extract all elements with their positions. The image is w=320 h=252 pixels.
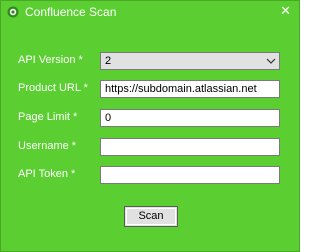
product-url-label: Product URL * [18,82,88,94]
api-version-label: API Version * [18,54,83,66]
confluence-scan-window: Confluence Scan ✕ API Version * 2 Produc… [0,0,300,252]
api-token-input[interactable] [100,166,280,184]
api-version-value: 2 [105,55,112,67]
title-bar: Confluence Scan ✕ [1,1,299,23]
page-limit-input[interactable] [100,109,280,127]
username-input[interactable] [100,138,280,156]
api-version-select[interactable]: 2 [100,52,280,70]
api-token-label: API Token * [18,168,76,180]
page-limit-label: Page Limit * [18,111,78,123]
close-icon[interactable]: ✕ [280,4,291,18]
chevron-down-icon [266,58,276,64]
window-title: Confluence Scan [25,5,117,19]
product-url-input[interactable] [100,80,280,98]
username-label: Username * [18,140,77,152]
app-logo-icon [7,6,19,18]
scan-button[interactable]: Scan [124,206,178,227]
